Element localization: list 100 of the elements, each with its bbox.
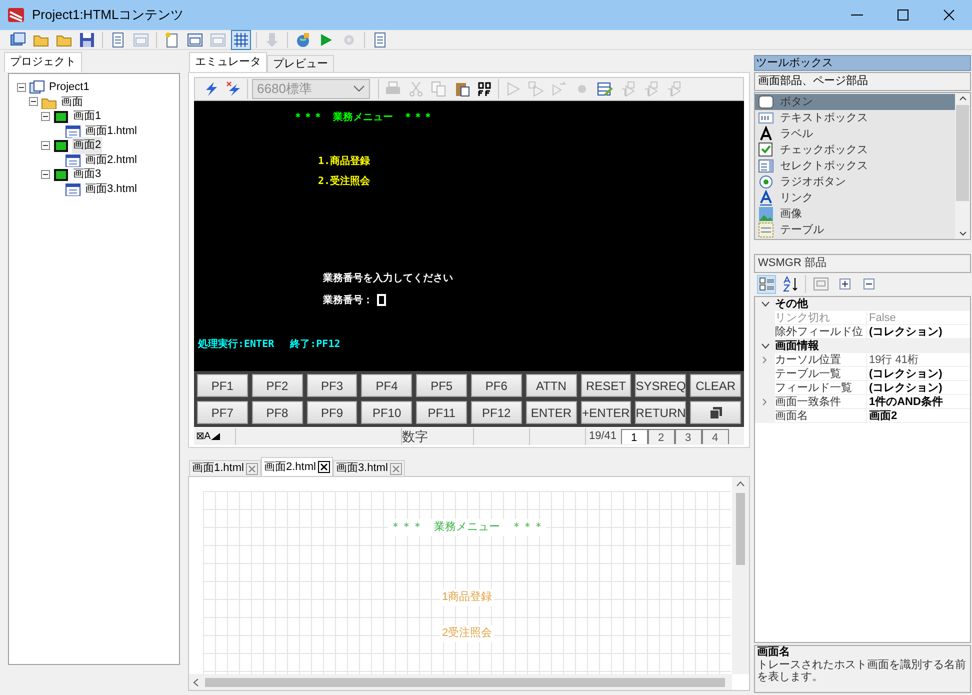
function-key[interactable]: RESET bbox=[580, 374, 632, 397]
globe-icon bbox=[295, 32, 311, 48]
grid-button[interactable] bbox=[231, 30, 251, 50]
screen-icon bbox=[53, 138, 69, 152]
page-tab[interactable]: 4 bbox=[702, 429, 729, 444]
scroll-up-icon bbox=[958, 96, 966, 101]
tree-item[interactable]: 画面1 bbox=[72, 108, 102, 124]
property-name: フィールド一覧 bbox=[775, 381, 867, 395]
property-value[interactable]: (コレクション) bbox=[867, 367, 970, 381]
terminal-text: 2.受注照会 bbox=[318, 174, 370, 188]
panel-icon bbox=[210, 32, 226, 48]
function-key[interactable]: CLEAR bbox=[690, 374, 741, 397]
tree-item[interactable]: 画面1.html bbox=[84, 122, 138, 139]
vertical-scrollbar[interactable] bbox=[732, 477, 749, 674]
radio-icon bbox=[758, 174, 774, 190]
tree-toggle[interactable] bbox=[41, 170, 50, 179]
tree-toggle[interactable] bbox=[29, 97, 38, 106]
screen-icon bbox=[53, 167, 69, 182]
macro-icon bbox=[620, 81, 636, 97]
page-tab[interactable]: 3 bbox=[674, 429, 702, 444]
toolbox-item[interactable]: チェックボックス bbox=[755, 142, 955, 158]
function-key[interactable]: PF3 bbox=[306, 374, 358, 397]
canvas-text: ＊＊＊ 業務メニュー ＊＊＊ bbox=[388, 519, 546, 536]
function-key[interactable]: PF6 bbox=[470, 374, 522, 397]
tree-toggle[interactable] bbox=[17, 82, 26, 92]
function-key[interactable]: PF5 bbox=[416, 374, 467, 397]
property-value[interactable]: 画面2 bbox=[867, 409, 970, 423]
select-box-icon bbox=[758, 158, 774, 174]
panel-header: WSMGR 部品 bbox=[754, 254, 971, 273]
clipboard-icon bbox=[454, 81, 470, 97]
arrow-down-icon bbox=[264, 32, 280, 48]
toolbox-item[interactable]: テーブル bbox=[755, 222, 955, 238]
toolbox-item[interactable]: セレクトボックス bbox=[755, 158, 955, 174]
document-icon bbox=[372, 32, 388, 48]
tree-item[interactable]: 画面 bbox=[60, 94, 84, 110]
toolbox-item[interactable]: 画像 bbox=[755, 206, 955, 222]
sort-alpha-button[interactable] bbox=[781, 274, 800, 294]
restore-button[interactable] bbox=[690, 401, 741, 424]
window-restore-icon bbox=[708, 406, 723, 420]
tree-toggle[interactable] bbox=[41, 140, 50, 150]
tree-item[interactable]: 画面2 bbox=[72, 137, 102, 154]
page-tab[interactable]: 1 bbox=[620, 429, 648, 444]
function-key[interactable]: PF8 bbox=[252, 401, 303, 424]
function-key[interactable]: +ENTER bbox=[580, 401, 632, 424]
panel-header: ツールボックス bbox=[754, 55, 971, 71]
scroll-thumb[interactable] bbox=[956, 105, 969, 201]
tree-item[interactable]: Project1 bbox=[48, 79, 90, 96]
tree-item[interactable]: 画面3 bbox=[72, 166, 102, 182]
property-value[interactable]: (コレクション) bbox=[867, 381, 970, 395]
function-key[interactable]: SYSREQ bbox=[635, 374, 686, 397]
table-edit-button[interactable] bbox=[595, 80, 614, 98]
category-name: 画面情報 bbox=[775, 338, 819, 354]
button-icon bbox=[758, 94, 774, 110]
toolbox-item[interactable]: ラジオボタン bbox=[755, 174, 955, 190]
document-tab[interactable]: 画面3.html bbox=[332, 460, 405, 476]
toolbox-item[interactable]: ラベル bbox=[755, 126, 955, 142]
function-key[interactable]: PF12 bbox=[470, 401, 522, 424]
collapse-all-icon bbox=[860, 276, 876, 292]
function-key[interactable]: PF1 bbox=[197, 374, 248, 397]
tab[interactable]: プレビュー bbox=[267, 55, 334, 72]
toolbox-item[interactable]: リンク bbox=[755, 190, 955, 206]
macro-icon bbox=[666, 81, 682, 97]
function-key[interactable]: PF11 bbox=[416, 401, 467, 424]
property-value[interactable]: 1件のAND条件 bbox=[867, 395, 970, 409]
floppy-icon bbox=[79, 32, 95, 48]
function-key[interactable]: ATTN bbox=[526, 374, 577, 397]
tab[interactable]: プロジェクト bbox=[4, 52, 82, 72]
property-value[interactable]: 19行 41桁 bbox=[867, 353, 970, 367]
document-tab[interactable]: 画面2.html bbox=[260, 457, 333, 476]
property-name: 画面一致条件 bbox=[775, 395, 867, 409]
function-key[interactable]: RETURN bbox=[635, 401, 686, 424]
html-file-icon bbox=[65, 182, 81, 196]
maximize-icon bbox=[895, 7, 911, 23]
tree-item[interactable]: 画面3.html bbox=[84, 180, 138, 197]
horizontal-scrollbar[interactable] bbox=[189, 674, 732, 690]
tree-item[interactable]: 画面2.html bbox=[84, 152, 138, 168]
play-icon bbox=[504, 81, 520, 97]
scroll-thumb[interactable] bbox=[736, 493, 745, 565]
function-key[interactable]: PF9 bbox=[306, 401, 358, 424]
property-pages-button[interactable] bbox=[811, 274, 830, 294]
function-key[interactable]: PF4 bbox=[361, 374, 412, 397]
window-title: Project1:HTMLコンテンツ bbox=[32, 6, 185, 24]
function-key[interactable]: PF2 bbox=[252, 374, 303, 397]
tab[interactable]: エミュレータ bbox=[189, 52, 267, 72]
document-tab[interactable]: 画面1.html bbox=[189, 460, 261, 476]
html-file-icon bbox=[65, 152, 81, 167]
function-key[interactable]: PF7 bbox=[197, 401, 248, 424]
tree-toggle[interactable] bbox=[41, 112, 50, 121]
function-key[interactable]: ENTER bbox=[526, 401, 577, 424]
category-name: その他 bbox=[775, 296, 808, 312]
scroll-thumb[interactable] bbox=[205, 678, 725, 686]
terminal-text: ＊＊＊ 業務メニュー ＊＊＊ bbox=[293, 110, 433, 124]
page-tab[interactable]: 2 bbox=[648, 429, 675, 444]
tab-close-button[interactable] bbox=[318, 461, 330, 473]
toolbox-item[interactable]: テキストボックス bbox=[755, 110, 955, 126]
categorized-button[interactable] bbox=[757, 274, 776, 294]
vertical-scrollbar[interactable] bbox=[955, 93, 970, 239]
toolbox-item[interactable]: ボタン bbox=[755, 94, 955, 110]
terminal-text: 1.商品登録 bbox=[318, 154, 370, 168]
function-key[interactable]: PF10 bbox=[361, 401, 412, 424]
